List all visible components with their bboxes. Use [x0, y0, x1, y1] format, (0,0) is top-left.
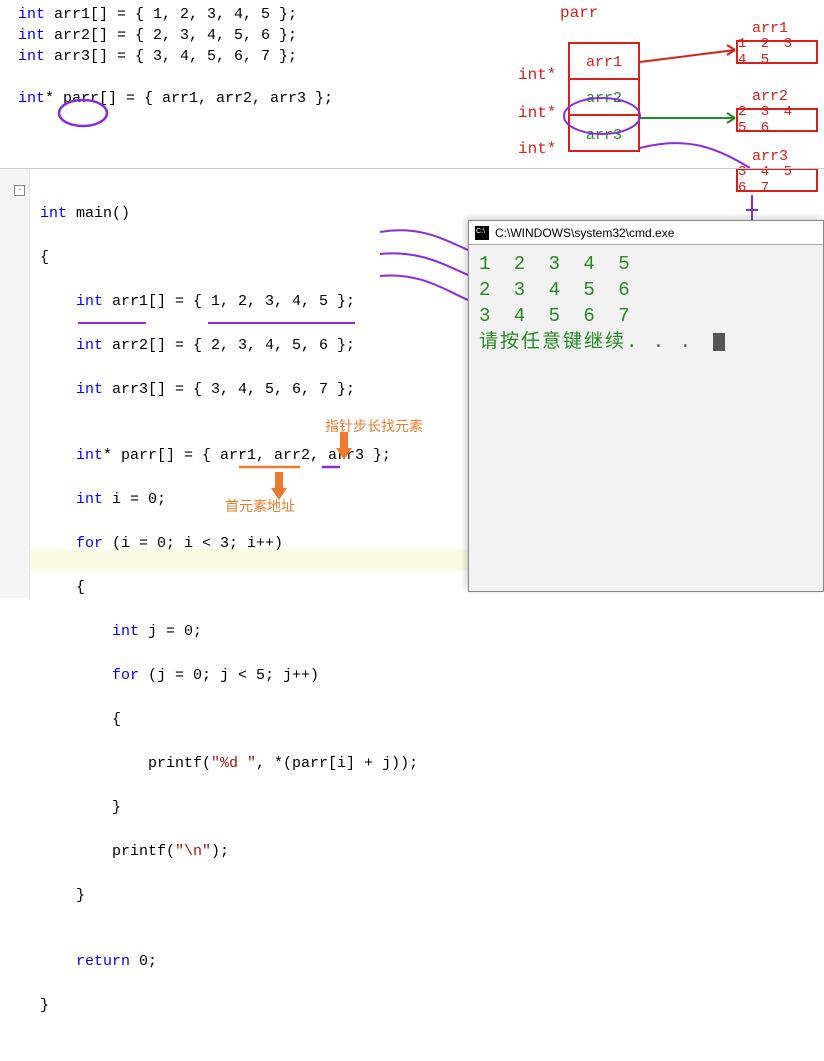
console-row-2: 2 3 4 5 6: [479, 277, 813, 303]
arr1-label: arr1: [752, 20, 788, 37]
parr-cell-arr2: arr2: [570, 82, 638, 116]
console-body[interactable]: 1 2 3 4 5 2 3 4 5 6 3 4 5 6 7 请按任意键继续. .…: [469, 245, 823, 361]
kw-int: int: [18, 6, 45, 23]
arrow-down-icon-1: [336, 432, 352, 460]
arr2-box: 2 3 4 5 6: [736, 108, 818, 132]
intstar-1: int*: [518, 66, 556, 84]
intstar-3: int*: [518, 140, 556, 158]
console-title-text: C:\WINDOWS\system32\cmd.exe: [495, 226, 674, 240]
main-code-block[interactable]: int main() { int arr1[] = { 1, 2, 3, 4, …: [40, 181, 418, 1061]
parr-box: arr1 arr2 arr3: [568, 42, 640, 152]
editor-gutter: -: [0, 169, 30, 598]
console-prompt: 请按任意键继续. . .: [479, 331, 693, 353]
console-window: C:\WINDOWS\system32\cmd.exe 1 2 3 4 5 2 …: [468, 220, 824, 592]
arr3-label: arr3: [752, 148, 788, 165]
parr-cell-arr1: arr1: [570, 46, 638, 80]
fold-icon[interactable]: -: [14, 185, 25, 196]
diagram-title: parr: [560, 4, 598, 22]
cmd-icon: [475, 226, 489, 240]
intstar-2: int*: [518, 104, 556, 122]
annot-first-elem: 首元素地址: [225, 496, 295, 516]
top-code-block: int arr1[] = { 1, 2, 3, 4, 5 }; int arr2…: [18, 4, 333, 109]
arr2-label: arr2: [752, 88, 788, 105]
cursor-icon: [713, 333, 725, 351]
arr1-box: 1 2 3 4 5: [736, 40, 818, 64]
console-titlebar[interactable]: C:\WINDOWS\system32\cmd.exe: [469, 221, 823, 245]
console-row-1: 1 2 3 4 5: [479, 251, 813, 277]
parr-cell-arr3: arr3: [570, 118, 638, 152]
console-row-3: 3 4 5 6 7: [479, 303, 813, 329]
